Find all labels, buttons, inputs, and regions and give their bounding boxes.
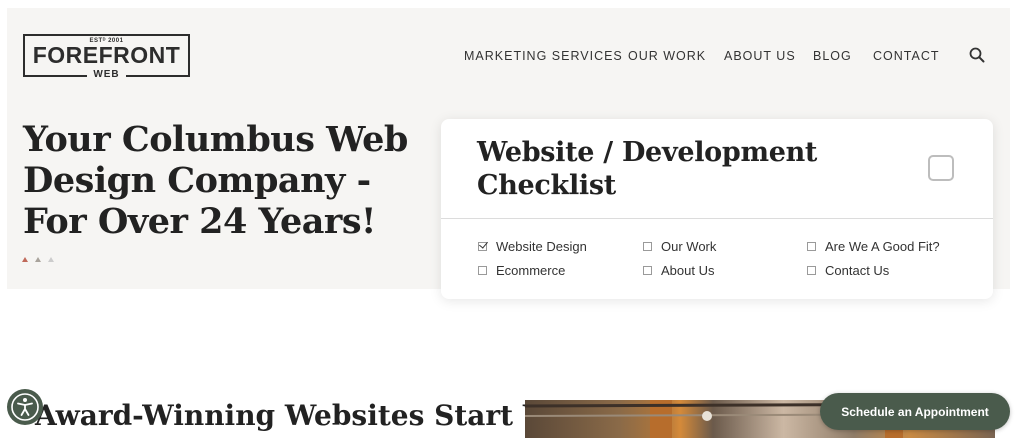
logo[interactable]: ESTᴰ 2001 FOREFRONT WEB xyxy=(23,34,190,80)
checkbox[interactable] xyxy=(643,266,652,275)
checklist-card: Website / Development Checklist Website … xyxy=(441,119,993,299)
checklist-item-about-us[interactable]: About Us xyxy=(643,263,714,278)
checkbox[interactable] xyxy=(478,266,487,275)
checklist-item-our-work[interactable]: Our Work xyxy=(643,239,716,254)
slider-dot-3[interactable] xyxy=(48,257,54,262)
checklist-item-label: Are We A Good Fit? xyxy=(825,239,940,254)
accessibility-button[interactable] xyxy=(7,389,43,425)
nav-blog[interactable]: BLOG xyxy=(813,49,852,63)
section-title: Award-Winning Websites Start With xyxy=(35,399,598,432)
checklist-item-website-design[interactable]: Website Design xyxy=(478,239,587,254)
logo-sub: WEB xyxy=(87,69,126,80)
checklist-title: Website / Development Checklist xyxy=(477,137,818,201)
checklist-item-good-fit[interactable]: Are We A Good Fit? xyxy=(807,239,940,254)
checklist-item-label: Ecommerce xyxy=(496,263,566,278)
checkbox-checked[interactable] xyxy=(478,242,487,251)
checklist-item-label: Website Design xyxy=(496,239,587,254)
checkbox[interactable] xyxy=(807,242,816,251)
section-subtitle-cutoff xyxy=(35,432,455,438)
checklist-item-label: Contact Us xyxy=(825,263,890,278)
hero-title: Your Columbus Web Design Company - For O… xyxy=(23,119,408,242)
nav-about-us[interactable]: ABOUT US xyxy=(724,49,796,63)
slider-indicators xyxy=(22,249,61,267)
checklist-item-ecommerce[interactable]: Ecommerce xyxy=(478,263,565,278)
checklist-divider xyxy=(441,218,993,219)
checklist-toggle-box[interactable] xyxy=(928,155,954,181)
checklist-item-label: About Us xyxy=(661,263,715,278)
accessibility-icon xyxy=(7,393,43,428)
checklist-item-label: Our Work xyxy=(661,239,717,254)
nav-our-work[interactable]: OUR WORK xyxy=(628,49,706,63)
schedule-appointment-button[interactable]: Schedule an Appointment xyxy=(820,393,1010,430)
slider-dot-1[interactable] xyxy=(22,257,28,262)
checklist-item-contact-us[interactable]: Contact Us xyxy=(807,263,889,278)
checkbox[interactable] xyxy=(643,242,652,251)
nav-contact[interactable]: CONTACT xyxy=(873,49,940,63)
checkbox[interactable] xyxy=(807,266,816,275)
slider-dot-2[interactable] xyxy=(35,257,41,262)
nav-marketing-services[interactable]: MARKETING SERVICES xyxy=(464,49,623,63)
search-icon[interactable] xyxy=(969,47,985,63)
